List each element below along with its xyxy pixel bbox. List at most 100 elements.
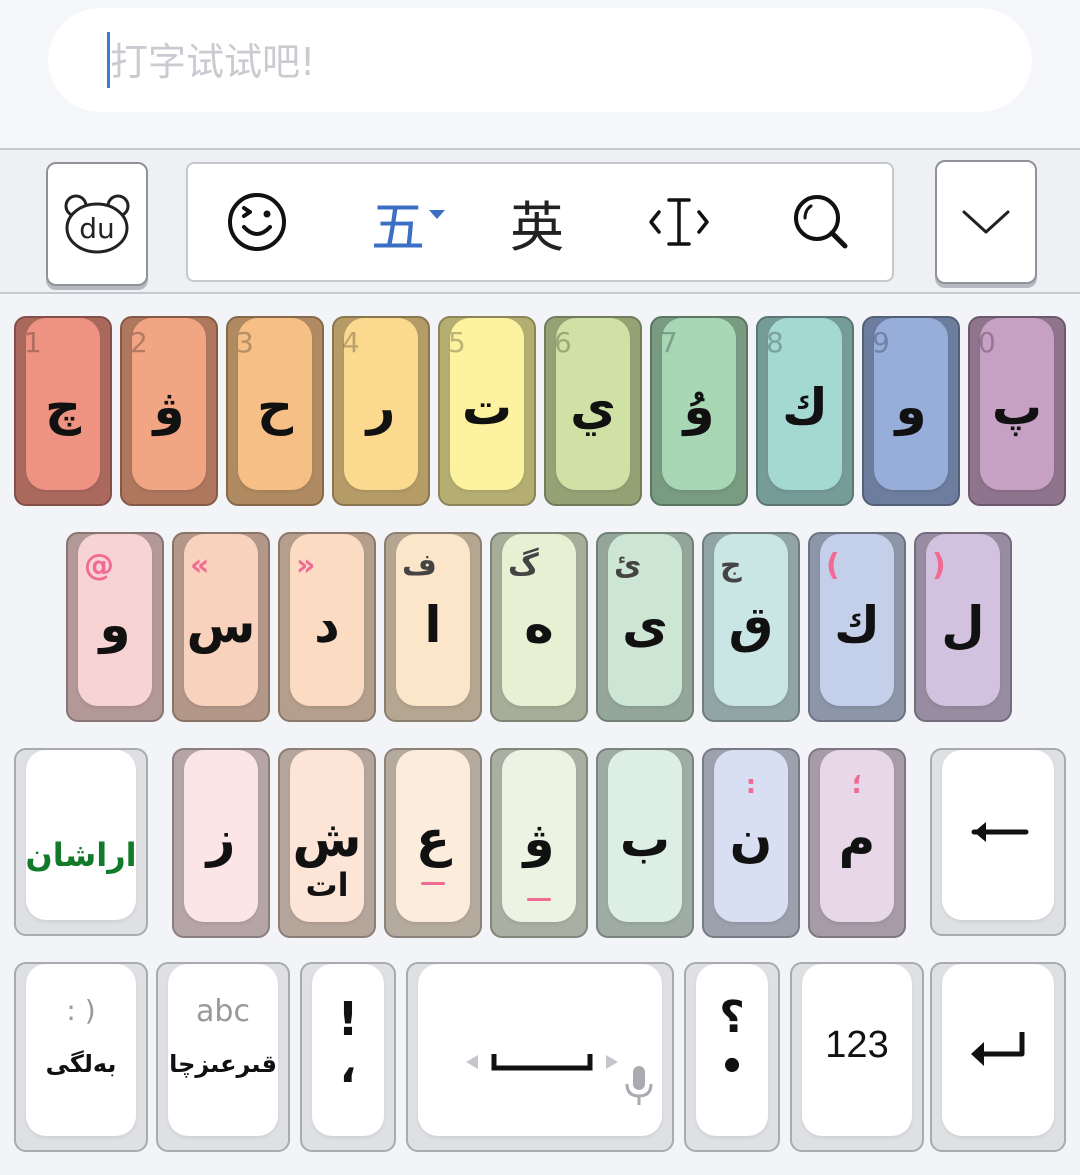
key-number-label: 3: [236, 326, 254, 359]
latin-switch-key[interactable]: abc قىرعىزچا: [156, 962, 290, 1152]
question-key[interactable]: ؟ •: [684, 962, 780, 1152]
key-char-label: ا: [424, 596, 442, 654]
key-sub-label: ات: [305, 866, 349, 904]
ime-label: 五: [371, 195, 425, 259]
symbols-top-label: : ): [66, 994, 96, 1027]
key-number-label: 2: [130, 326, 148, 359]
key-char-label: ح: [256, 378, 294, 436]
keyboard: اراشان : ) بەلگى abc قىرعىزچا ! ، ؟ • 12…: [0, 296, 1080, 1175]
svg-text:du: du: [79, 212, 115, 245]
key-row2-1[interactable]: «س: [172, 532, 270, 722]
key-row1-7[interactable]: 8ك: [756, 316, 854, 506]
key-char-label: ل: [941, 596, 985, 654]
key-hint-label: گ: [508, 548, 539, 583]
key-char-label: س: [186, 596, 256, 654]
key-char-label: ي: [570, 378, 616, 436]
question-top-label: ؟: [719, 992, 745, 1043]
key-number-label: 7: [660, 326, 678, 359]
key-char-label: و: [895, 378, 927, 436]
space-key[interactable]: [406, 962, 674, 1152]
key-row1-1[interactable]: 2ۋ: [120, 316, 218, 506]
cursor-move-button[interactable]: [624, 164, 734, 280]
key-row3-1[interactable]: ش ات: [278, 748, 376, 938]
key-row3-4[interactable]: ب: [596, 748, 694, 938]
text-cursor-icon: [649, 198, 709, 246]
key-row2-0[interactable]: @ و: [66, 532, 164, 722]
key-row3-5[interactable]: ن:: [702, 748, 800, 938]
key-char-label: و: [99, 596, 131, 654]
symbols-label: بەلگى: [45, 1050, 117, 1078]
numbers-label: 123: [825, 1024, 889, 1066]
key-underline-mark: [527, 898, 551, 901]
key-hint-label: ج: [720, 548, 742, 583]
question-bottom-label: •: [719, 1044, 745, 1090]
key-row2-7[interactable]: (ك: [808, 532, 906, 722]
key-row1-0[interactable]: 1چ: [14, 316, 112, 506]
key-row3-3[interactable]: ۋ: [490, 748, 588, 938]
key-char-label: ب: [619, 810, 671, 868]
key-char-label: م: [838, 810, 876, 868]
key-number-label: 9: [872, 326, 890, 359]
key-row2-8[interactable]: ) ل: [914, 532, 1012, 722]
key-hint-label: ف: [402, 548, 437, 583]
key-char-label: ك: [782, 378, 828, 436]
key-row2-6[interactable]: جق: [702, 532, 800, 722]
text-input[interactable]: [110, 30, 990, 94]
key-char-label: ۇ: [683, 378, 715, 436]
key-number-label: 8: [766, 326, 784, 359]
numbers-key[interactable]: 123: [790, 962, 924, 1152]
punct-bottom-label: ،: [339, 1042, 357, 1093]
english-mode-button[interactable]: 英: [482, 164, 592, 280]
key-hint-label: ): [932, 548, 946, 583]
key-row2-4[interactable]: گه: [490, 532, 588, 722]
key-sub-label: ؛: [851, 770, 863, 800]
key-char-label: ى: [622, 596, 668, 654]
key-row1-5[interactable]: 6ي: [544, 316, 642, 506]
key-char-label: ن: [729, 810, 773, 868]
key-char-label: ك: [834, 596, 880, 654]
baidu-logo-button[interactable]: du: [46, 162, 148, 286]
key-row3-6[interactable]: م ؛: [808, 748, 906, 938]
key-row1-3[interactable]: 4ر: [332, 316, 430, 506]
english-label: 英: [510, 195, 564, 259]
key-char-label: ع: [415, 810, 451, 868]
key-hint-label: »: [296, 548, 316, 583]
backspace-key[interactable]: [930, 748, 1066, 936]
shift-key[interactable]: اراشان: [14, 748, 148, 936]
search-icon: [794, 195, 848, 249]
latin-label: قىرعىزچا: [169, 1050, 277, 1078]
key-row1-4[interactable]: 5ت: [438, 316, 536, 506]
key-char-label: ۋ: [523, 810, 555, 868]
bear-logo-icon: du: [64, 194, 130, 254]
space-bar-icon: [466, 1054, 618, 1071]
key-row1-2[interactable]: 3ح: [226, 316, 324, 506]
key-char-label: ش: [292, 810, 362, 868]
wubi-ime-button[interactable]: 五: [348, 164, 468, 280]
search-button[interactable]: [766, 164, 876, 280]
key-number-label: 1: [24, 326, 42, 359]
key-number-label: 4: [342, 326, 360, 359]
key-row1-9[interactable]: 0پ: [968, 316, 1066, 506]
key-char-label: ت: [461, 378, 513, 436]
collapse-keyboard-button[interactable]: [935, 160, 1037, 284]
key-hint-label: @: [84, 548, 114, 583]
key-number-label: 6: [554, 326, 572, 359]
key-row2-5[interactable]: ئى: [596, 532, 694, 722]
key-char-label: ق: [728, 596, 774, 654]
key-char-label: ۋ: [153, 378, 185, 436]
key-char-label: د: [314, 596, 340, 654]
symbols-key[interactable]: : ) بەلگى: [14, 962, 148, 1152]
emoji-button[interactable]: [202, 164, 312, 280]
key-row1-8[interactable]: 9و: [862, 316, 960, 506]
key-row3-2[interactable]: ع: [384, 748, 482, 938]
key-row2-2[interactable]: » د: [278, 532, 376, 722]
enter-key[interactable]: [930, 962, 1066, 1152]
key-row1-6[interactable]: 7ۇ: [650, 316, 748, 506]
ime-dropdown-icon: [429, 209, 445, 219]
key-sub-label: :: [745, 770, 757, 800]
punctuation-key[interactable]: ! ،: [300, 962, 396, 1152]
key-row3-0[interactable]: ز: [172, 748, 270, 938]
key-row2-3[interactable]: فا: [384, 532, 482, 722]
key-number-label: 5: [448, 326, 466, 359]
chevron-down-icon: [962, 210, 1010, 234]
